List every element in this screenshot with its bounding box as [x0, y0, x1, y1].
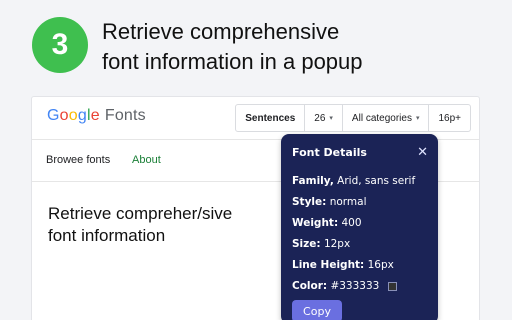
logo-google: Google	[47, 107, 100, 125]
category-select[interactable]: All categories ▾	[343, 105, 430, 131]
language-value: 16p+	[438, 112, 461, 124]
nav-about[interactable]: About	[132, 154, 161, 166]
detail-key: Size:	[292, 238, 321, 250]
preview-toolbar: Sentences 26 ▾ All categories ▾ 16p+	[235, 104, 471, 132]
detail-value: normal	[329, 196, 367, 208]
logo-letter: e	[90, 107, 100, 124]
headline-line-1: Retrieve comprehensive	[102, 19, 340, 44]
category-value: All categories	[351, 112, 412, 124]
copy-button[interactable]: Copy	[292, 300, 342, 320]
detail-value: 400	[341, 217, 362, 229]
step-number-badge: 3	[32, 17, 88, 73]
detail-row-style: Style: normal	[292, 192, 427, 213]
preview-mode-select[interactable]: Sentences	[236, 105, 306, 131]
detail-value: 12px	[323, 238, 351, 250]
headline-line-2: font information in a popup	[102, 49, 363, 74]
sample-text-line-1: Retrieve compreher/sive	[48, 204, 233, 223]
nav-browse-fonts[interactable]: Browee fonts	[46, 154, 110, 166]
preview-mode-label: Sentences	[245, 112, 296, 124]
google-fonts-logo[interactable]: Google Fonts	[47, 107, 146, 125]
detail-key: Weight:	[292, 217, 339, 229]
headline: Retrieve comprehensive font information …	[102, 17, 492, 77]
detail-value: Arid, sans serif	[337, 175, 416, 187]
detail-value: #333333	[330, 280, 380, 292]
detail-row-color: Color: #333333	[292, 276, 427, 297]
chevron-down-icon: ▾	[329, 115, 333, 122]
close-icon[interactable]: ✕	[417, 145, 428, 160]
logo-letter: G	[47, 107, 60, 124]
logo-letter: o	[68, 107, 78, 124]
logo-letter: g	[77, 107, 87, 124]
popup-title: Font Details	[292, 146, 367, 159]
language-select[interactable]: 16p+	[429, 105, 470, 131]
sample-text-line-2: font information	[48, 226, 166, 245]
font-details-list: Family, Arid, sans serif Style: normal W…	[292, 171, 427, 297]
font-size-value: 26	[314, 112, 326, 124]
logo-letter: o	[59, 107, 69, 124]
detail-key-separator: ,	[329, 175, 334, 187]
detail-row-size: Size: 12px	[292, 234, 427, 255]
detail-row-line-height: Line Height: 16px	[292, 255, 427, 276]
sample-text[interactable]: Retrieve compreher/sive font information	[48, 203, 288, 247]
detail-key: Style:	[292, 196, 327, 208]
step-number: 3	[51, 28, 69, 61]
detail-key: Line Height:	[292, 259, 365, 271]
chevron-down-icon: ▾	[415, 115, 420, 122]
detail-row-weight: Weight: 400	[292, 213, 427, 234]
color-swatch-icon	[387, 281, 397, 291]
detail-key: Family	[292, 175, 330, 187]
detail-value: 16px	[367, 259, 394, 271]
font-details-popup: Font Details ✕ Family, Arid, sans serif …	[281, 134, 438, 320]
logo-fonts: Fonts	[104, 107, 146, 124]
font-size-select[interactable]: 26 ▾	[305, 105, 343, 131]
detail-row-family: Family, Arid, sans serif	[292, 171, 427, 192]
detail-key: Color:	[292, 280, 328, 292]
